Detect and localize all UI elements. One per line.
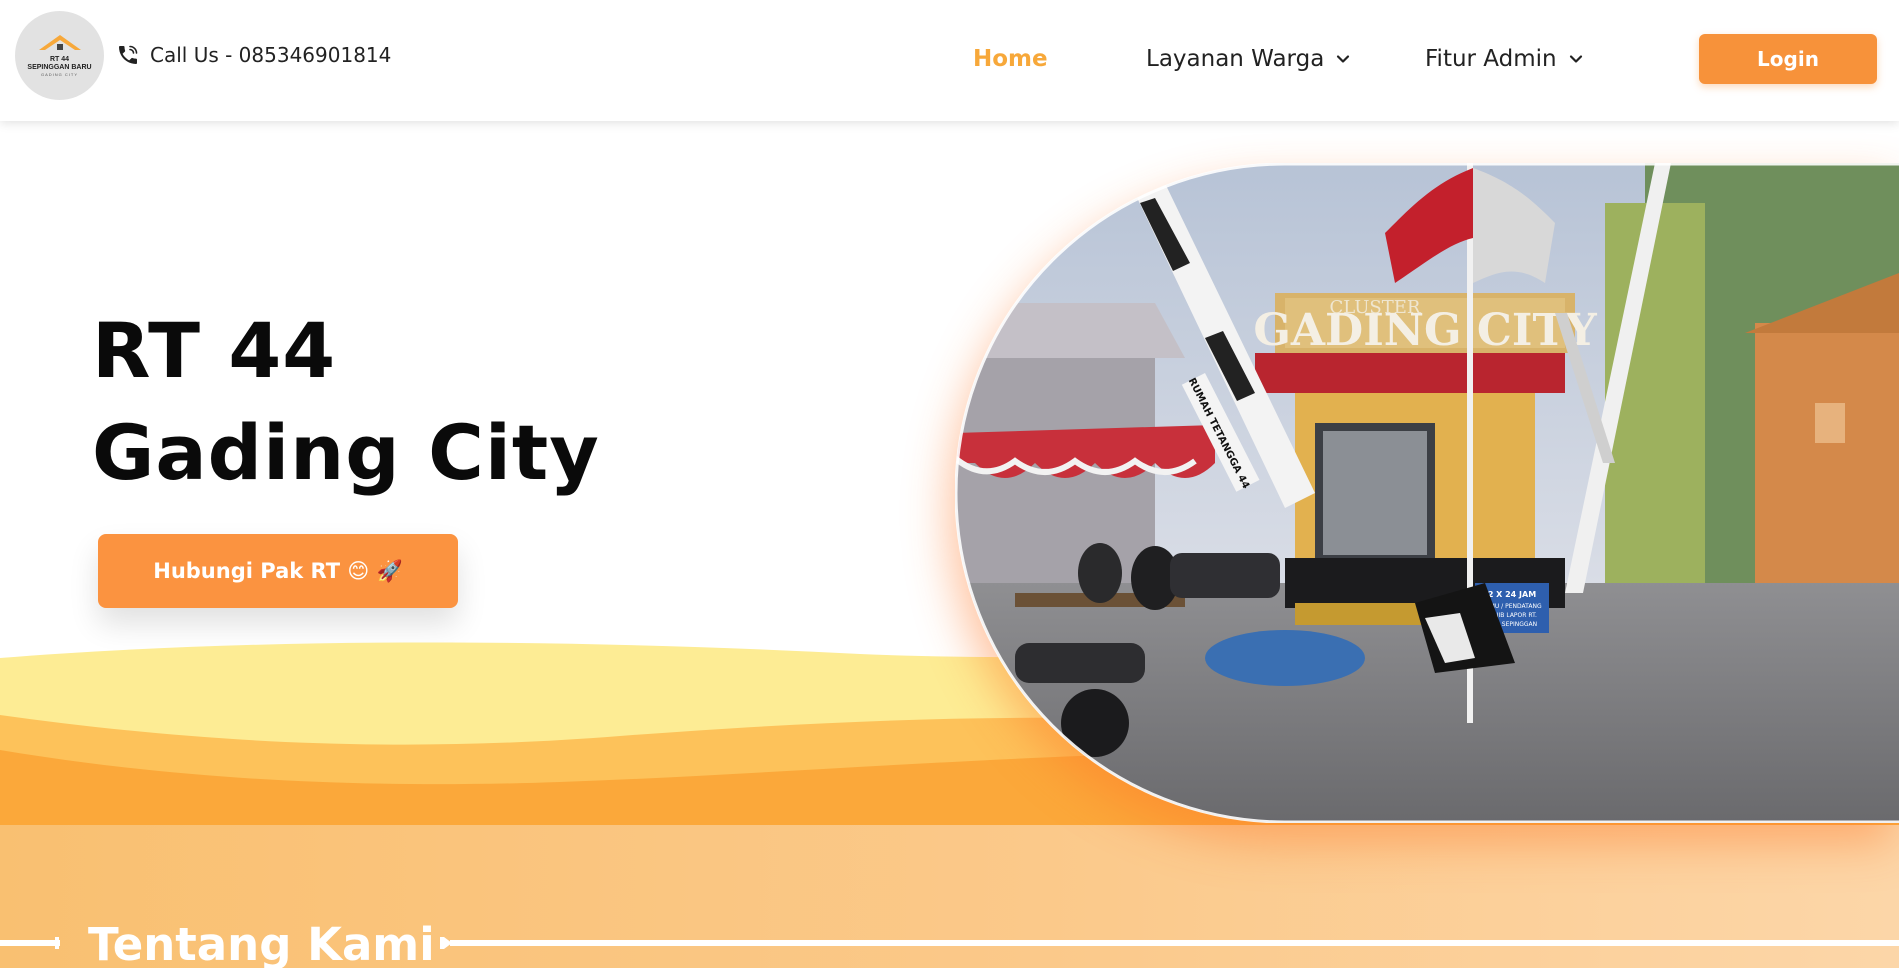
login-button[interactable]: Login (1699, 34, 1877, 84)
nav-layanan-warga[interactable]: Layanan Warga (1146, 40, 1352, 78)
chevron-down-icon (1337, 55, 1350, 63)
about-section: Tentang Kami (0, 825, 1899, 968)
nav-fitur-admin-label: Fitur Admin (1425, 46, 1557, 72)
call-us[interactable]: Call Us - 085346901814 (116, 40, 391, 70)
hero-title-line2: Gading City (92, 408, 600, 497)
phone-icon (119, 45, 138, 64)
hero-photo: GADING CITY CLUSTER RUMAH TETANGGA 44 2 … (955, 163, 1899, 823)
hero-title-line1: RT 44 (92, 306, 337, 395)
contact-rt-label: Hubungi Pak RT 😊 🚀 (153, 558, 403, 583)
hero-photo-image: GADING CITY CLUSTER RUMAH TETANGGA 44 2 … (955, 163, 1899, 823)
chevron-down-icon (1569, 55, 1582, 63)
logo-text-line2: SEPINGGAN BARU (27, 64, 92, 71)
logo-text-line3: GADING CITY (40, 71, 78, 77)
logo-text-line1: RT 44 (49, 56, 70, 64)
photo-sign-text: GADING CITY (1253, 305, 1597, 356)
call-us-text: Call Us - 085346901814 (150, 43, 392, 67)
navbar: RT 44 SEPINGGAN BARU GADING CITY Call Us… (0, 0, 1899, 121)
nav-fitur-admin[interactable]: Fitur Admin (1425, 40, 1585, 78)
nav-home-label: Home (973, 46, 1048, 72)
house-icon (38, 35, 81, 51)
nav-home[interactable]: Home (973, 40, 1048, 78)
about-title: Tentang Kami (88, 918, 435, 968)
contact-rt-button[interactable]: Hubungi Pak RT 😊 🚀 (98, 534, 458, 608)
site-logo[interactable]: RT 44 SEPINGGAN BARU GADING CITY (15, 11, 104, 100)
nav-layanan-warga-label: Layanan Warga (1146, 46, 1325, 72)
hero-title: RT 44 Gading City (92, 300, 600, 504)
photo-sign-small: CLUSTER (1330, 297, 1421, 318)
photo-notice-text: 2 X 24 JAM (1488, 590, 1536, 599)
